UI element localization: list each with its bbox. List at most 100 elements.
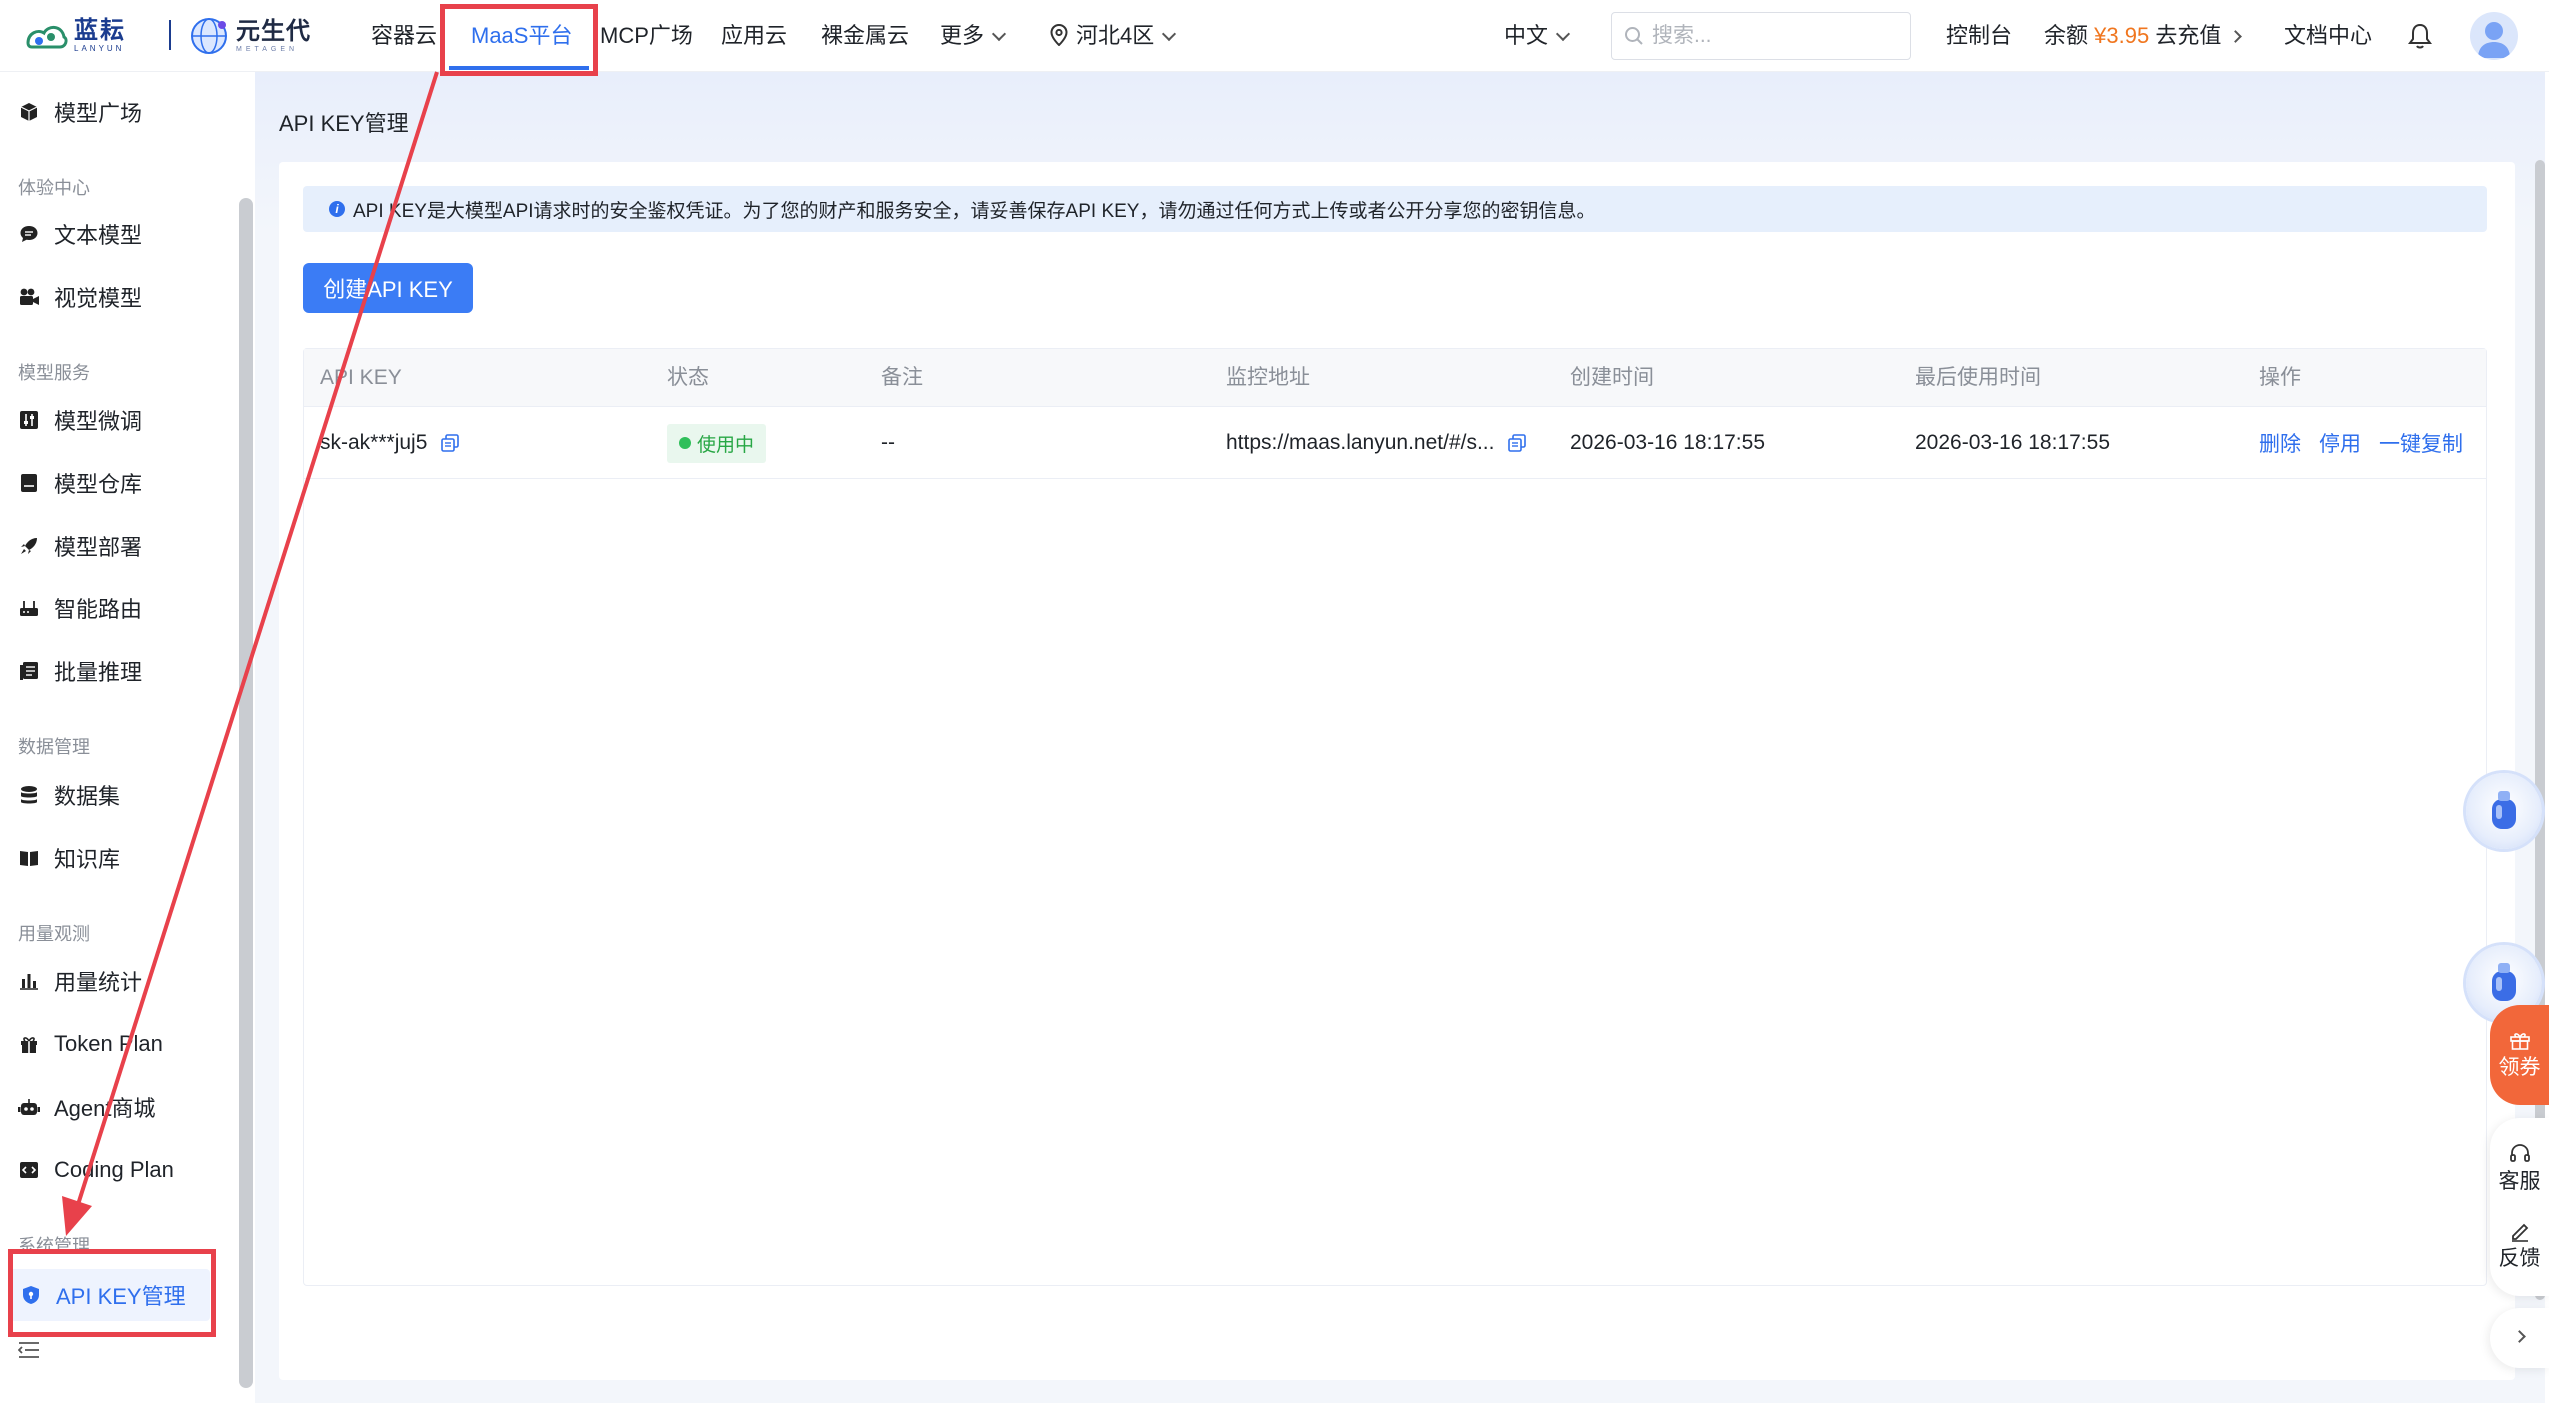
sidebar-item-label: Token Plan: [54, 1031, 163, 1056]
create-api-key-button[interactable]: 创建API KEY: [303, 263, 473, 313]
table-header: API KEY 状态 备注 监控地址 创建时间 最后使用时间 操作: [304, 349, 2486, 407]
sidebar-item-model-square[interactable]: 模型广场: [18, 92, 142, 132]
camera-icon: [18, 286, 40, 308]
robot-icon: [18, 1096, 40, 1118]
sidebar-group-usage: 用量观测: [18, 924, 90, 944]
column-header-remark: 备注: [881, 366, 923, 389]
sidebar-group-data-management: 数据管理: [18, 737, 90, 757]
sidebar-item-batch-inference[interactable]: 批量推理: [18, 651, 142, 691]
region-selector[interactable]: 河北4区: [1050, 0, 1177, 72]
copy-icon[interactable]: [1508, 434, 1527, 452]
lanyun-logo-mark: [26, 26, 68, 49]
sidebar-item-model-deploy[interactable]: 模型部署: [18, 526, 142, 566]
column-header-actions: 操作: [2259, 366, 2301, 389]
column-header-created-at: 创建时间: [1570, 366, 1654, 389]
api-key-value: sk-ak***juj5: [320, 431, 428, 454]
language-label: 中文: [1504, 23, 1549, 48]
nav-container-cloud[interactable]: 容器云: [371, 0, 437, 72]
bot-icon: [2492, 791, 2516, 829]
sidebar-item-dataset[interactable]: 数据集: [18, 775, 120, 815]
sidebar-item-text-model[interactable]: 文本模型: [18, 214, 142, 254]
sidebar-item-label: Agent商城: [54, 1096, 156, 1121]
info-icon: i: [329, 201, 345, 217]
disable-link[interactable]: 停用: [2319, 428, 2361, 458]
gift-icon: [2509, 1033, 2530, 1050]
sidebar-item-fine-tune[interactable]: 模型微调: [18, 400, 142, 440]
sidebar-item-agent-store[interactable]: Agent商城: [18, 1087, 156, 1127]
status-cell: 使用中: [667, 407, 767, 479]
feedback-button[interactable]: 反馈: [2499, 1220, 2541, 1272]
language-selector[interactable]: 中文: [1504, 0, 1571, 72]
api-key-table: API KEY 状态 备注 监控地址 创建时间 最后使用时间 操作 sk-ak*…: [303, 348, 2487, 1286]
column-header-last-used-at: 最后使用时间: [1915, 366, 2041, 389]
copy-icon[interactable]: [441, 434, 460, 452]
collapse-sidebar-icon[interactable]: [18, 1340, 40, 1360]
metagen-logo-subtext: METAGEN: [236, 45, 299, 53]
edit-icon: [2511, 1223, 2528, 1242]
support-toolbar: 客服 反馈: [2490, 1118, 2549, 1296]
security-notice-text: API KEY是大模型API请求时的安全鉴权凭证。为了您的财产和服务安全，请妥善…: [353, 200, 1596, 222]
sidebar-item-token-plan[interactable]: Token Plan: [18, 1024, 163, 1064]
column-header-status: 状态: [667, 366, 709, 389]
location-pin-icon: [1050, 23, 1068, 47]
nav-more-menu[interactable]: 更多: [940, 0, 1007, 72]
sidebar-item-label: 模型仓库: [54, 472, 143, 497]
lanyun-logo[interactable]: 蓝耘 LANYUN: [24, 14, 164, 58]
column-header-api-key: API KEY: [320, 366, 402, 389]
recharge-label: 去充值: [2155, 23, 2222, 48]
book-icon: [18, 847, 40, 869]
sidebar-item-smart-routing[interactable]: 智能路由: [18, 588, 142, 628]
bar-chart-icon: [18, 970, 40, 992]
region-label: 河北4区: [1076, 23, 1155, 48]
bell-icon[interactable]: [2407, 22, 2433, 50]
database-icon: [18, 784, 40, 806]
metagen-logo-text: 元生代: [236, 17, 311, 45]
chat-icon: [18, 223, 40, 245]
coupon-label: 领券: [2498, 1056, 2541, 1079]
copy-key-link[interactable]: 一键复制: [2379, 428, 2463, 458]
coupon-button[interactable]: 领券: [2490, 1005, 2549, 1105]
metagen-logo[interactable]: 元生代 METAGEN: [186, 12, 311, 60]
sidebar-item-usage-stats[interactable]: 用量统计: [18, 961, 142, 1001]
search-input[interactable]: [1652, 24, 1892, 48]
sidebar-group-experience: 体验中心: [18, 178, 90, 198]
sidebar-item-label: 模型部署: [54, 535, 143, 560]
user-icon: [2478, 22, 2510, 58]
balance-recharge-link[interactable]: 余额 ¥3.95 去充值: [2044, 0, 2243, 72]
bot-icon: [2492, 963, 2516, 1001]
sidebar-item-label: 用量统计: [54, 970, 143, 995]
annotation-highlight-maas: [440, 4, 598, 76]
nav-app-cloud[interactable]: 应用云: [721, 0, 787, 72]
assistant-bot-button[interactable]: [2466, 773, 2542, 849]
docs-center-link[interactable]: 文档中心: [2284, 0, 2372, 72]
list-icon: [18, 660, 40, 682]
lanyun-logo-text: 蓝耘: [74, 17, 126, 44]
sliders-icon: [18, 409, 40, 431]
gift-icon: [18, 1033, 40, 1055]
console-link[interactable]: 控制台: [1946, 0, 2012, 72]
expand-toolbar-button[interactable]: [2490, 1308, 2549, 1368]
chevron-right-icon: [2229, 30, 2243, 43]
sidebar-item-label: 模型广场: [54, 101, 143, 126]
customer-service-button[interactable]: 客服: [2499, 1143, 2541, 1195]
delete-link[interactable]: 删除: [2259, 428, 2301, 458]
nav-mcp-square[interactable]: MCP广场: [600, 0, 693, 72]
chevron-down-icon: [1555, 26, 1571, 42]
sidebar-item-coding-plan[interactable]: Coding Plan: [18, 1150, 174, 1190]
user-avatar[interactable]: [2470, 12, 2518, 60]
page-title: API KEY管理: [279, 111, 409, 136]
nav-bare-metal-cloud[interactable]: 裸金属云: [821, 0, 909, 72]
sidebar-item-label: 批量推理: [54, 660, 143, 685]
sidebar-item-vision-model[interactable]: 视觉模型: [18, 277, 142, 317]
sidebar-scrollbar[interactable]: [239, 198, 253, 1388]
sidebar-item-model-repo[interactable]: 模型仓库: [18, 463, 142, 503]
last-used-at-cell: 2026-03-16 18:17:55: [1915, 431, 2110, 454]
table-row: sk-ak***juj5 使用中 -- https://maas.lanyun.…: [304, 407, 2486, 479]
status-badge: 使用中: [667, 423, 767, 463]
monitor-url-value: https://maas.lanyun.net/#/s...: [1226, 431, 1495, 454]
balance-label: 余额: [2044, 23, 2089, 48]
metagen-globe-icon: [191, 18, 227, 54]
sidebar-item-label: 数据集: [54, 784, 121, 809]
sidebar-item-knowledge-base[interactable]: 知识库: [18, 838, 120, 878]
search-box: [1611, 12, 1911, 60]
